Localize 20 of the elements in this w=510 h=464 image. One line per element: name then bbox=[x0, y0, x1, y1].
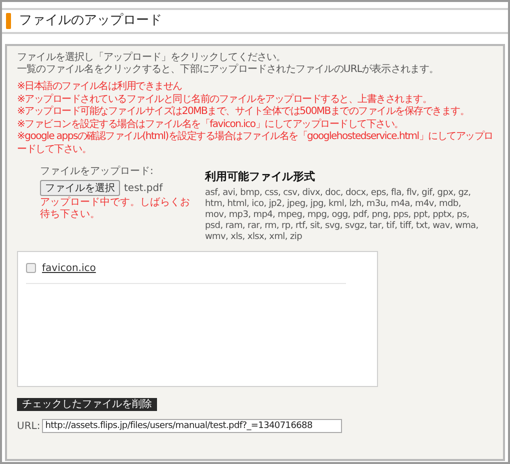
url-field[interactable]: http://assets.flips.jp/files/users/manual/test.pdf?_=1340716688 bbox=[42, 419, 342, 433]
formats-list: asf, avi, bmp, css, csv, divx, doc, docx, eps, fla, flv, gif, gpx, gz, htm, html, ico, jp2, jpeg, jpg, kml, lzh, m3u, m4a, m4v, mdb, mov, mp3, mp4, mpeg, mpg, ogg, pdf, png, pps, ppt, pptx, ps, psd, ram, rar, rm, rp, rtf, sit, svg, svgz, tar, tif, tiff, txt, wav, wma, wmv, xls, xlsx, xml, zip bbox=[205, 188, 480, 242]
chosen-file-name: test.pdf bbox=[124, 182, 163, 196]
warning-note: ※アップロードされているファイルと同じ名前のファイルをアップロードすると、上書きされます。 bbox=[17, 94, 433, 106]
url-label: URL: bbox=[17, 420, 40, 434]
delete-checked-button[interactable]: チェックしたファイルを削除 bbox=[17, 398, 157, 410]
choose-file-button[interactable]: ファイルを選択 bbox=[40, 180, 120, 196]
warning-note: ※google appsの確認ファイル(html)を設定する場合はファイル名を「googlehostedservice.html」にしてアップロードして下さい。 bbox=[17, 131, 494, 156]
file-checkbox[interactable] bbox=[26, 263, 36, 273]
warning-note: ※ファビコンを設定する場合はファイル名を「favicon.ico」にしてアップロードして下さい。 bbox=[17, 118, 404, 130]
instruction-text: 一覧のファイル名をクリックすると、下部にアップロードされたファイルのURLが表示されます。 bbox=[17, 64, 440, 76]
warning-note: ※日本語のファイル名は利用できません bbox=[17, 81, 183, 94]
formats-heading: 利用可能ファイル形式 bbox=[205, 169, 316, 185]
upload-status: アップロード中です。しばらくお待ち下さい。 bbox=[40, 197, 190, 221]
file-link[interactable]: favicon.ico bbox=[42, 260, 96, 276]
upload-label: ファイルをアップロード: bbox=[40, 164, 154, 179]
instruction-text: ファイルを選択し「アップロード」をクリックしてください。 bbox=[17, 52, 287, 64]
title-marker-icon bbox=[6, 13, 11, 29]
page-title: ファイルのアップロード bbox=[19, 12, 162, 30]
warning-note: ※アップロード可能なファイルサイズは20MBまで、サイト全体では500MBまでのファイルを保存できます。 bbox=[17, 106, 470, 118]
